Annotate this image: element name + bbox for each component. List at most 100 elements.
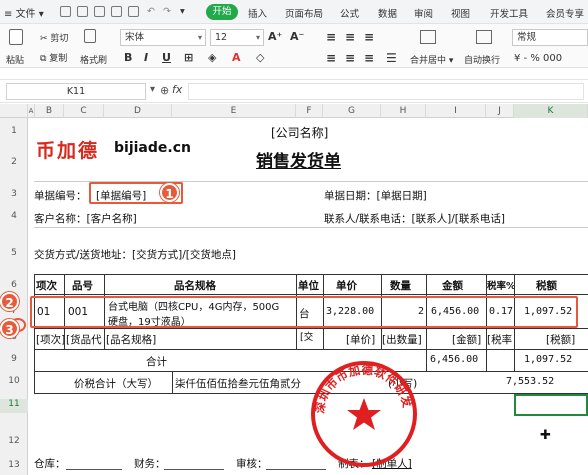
align-top-icon[interactable]: ≡ xyxy=(326,30,336,44)
tab-member[interactable]: 会员专享 xyxy=(546,6,584,20)
row-header-2[interactable]: 2 xyxy=(0,157,28,167)
redo-icon[interactable]: ↷ xyxy=(163,6,171,17)
row-header-1[interactable]: 1 xyxy=(0,126,28,136)
footer-finance: 财务： xyxy=(134,458,166,470)
row-header-12[interactable]: 12 xyxy=(0,436,28,446)
tab-insert[interactable]: 插入 xyxy=(248,6,267,20)
file-menu[interactable]: ≡ 文件 ▾ xyxy=(4,5,44,20)
font-size-select[interactable]: 12 ▾ xyxy=(210,29,264,46)
paste-icon[interactable] xyxy=(9,29,23,45)
row-header-6[interactable]: 6 xyxy=(0,280,28,290)
format-painter-button[interactable]: 格式刷 xyxy=(80,53,107,66)
tab-view[interactable]: 视图 xyxy=(451,6,470,20)
doc-number-label: 单据编号： xyxy=(34,190,87,202)
export-icon[interactable] xyxy=(128,6,139,17)
column-header-j[interactable]: J xyxy=(486,104,514,118)
column-header-d[interactable]: D xyxy=(104,104,172,118)
merge-center-button[interactable]: 合并居中 ▾ xyxy=(410,53,453,66)
formula-bar: K11 ▾ ⊕ fx xyxy=(0,79,588,103)
paste-button[interactable]: 粘贴 xyxy=(6,53,24,66)
sheet-grid[interactable]: 币加德 bijiade.cn [公司名称] 销售发货单 单据编号： [单据编号]… xyxy=(0,118,588,475)
column-header-b[interactable]: B xyxy=(35,104,64,118)
bold-icon[interactable]: B xyxy=(124,51,132,64)
file-menu-label: 文件 xyxy=(15,9,36,20)
column-header-h[interactable]: H xyxy=(381,104,426,118)
wrap-text-button[interactable]: 自动换行 xyxy=(464,53,500,66)
item-price: 3,228.00 xyxy=(326,306,375,317)
number-format-buttons[interactable]: ¥ - % 000 xyxy=(514,53,562,64)
distributed-align-icon[interactable]: ☰ xyxy=(386,51,397,65)
fill-color-icon[interactable]: ◈ xyxy=(208,51,216,64)
tab-page-layout[interactable]: 页面布局 xyxy=(285,6,323,20)
name-box[interactable]: K11 xyxy=(6,83,146,100)
item-index: 01 xyxy=(37,306,51,318)
column-header-g[interactable]: G xyxy=(323,104,381,118)
align-bottom-icon[interactable]: ≡ xyxy=(364,30,374,44)
number-format-value: 常规 xyxy=(517,32,537,43)
row-header-5[interactable]: 5 xyxy=(0,248,28,258)
undo-icon[interactable]: ↶ xyxy=(147,6,155,17)
tab-formula[interactable]: 公式 xyxy=(340,6,359,20)
column-header-a[interactable]: A xyxy=(28,104,35,118)
print-icon[interactable] xyxy=(111,6,122,17)
item-tax-rate: 0.17 xyxy=(489,306,514,317)
new-icon[interactable] xyxy=(77,6,88,17)
number-format-select[interactable]: 常规 xyxy=(512,29,588,46)
border-icon[interactable]: ⊞ xyxy=(184,51,193,64)
ribbon-tab-bar: ≡ 文件 ▾ ↶ ↷ ▾ 开始 插入 页面布局 公式 数据 审阅 视图 开发工具… xyxy=(0,0,588,24)
row-header-10[interactable]: 10 xyxy=(0,376,28,386)
row-header-13[interactable]: 13 xyxy=(0,460,28,470)
item-tax: 1,097.52 xyxy=(524,306,573,317)
quick-access-more-icon[interactable]: ▾ xyxy=(180,6,185,17)
row-header-3[interactable]: 3 xyxy=(0,189,28,199)
font-grow-icon[interactable]: A⁺ xyxy=(268,30,282,43)
tab-home[interactable]: 开始 xyxy=(206,4,238,20)
cut-button[interactable]: ✂ 剪切 xyxy=(40,31,68,44)
header-amount: 金额 xyxy=(442,280,463,292)
subtotal-amount: 6,456.00 xyxy=(430,354,479,365)
select-all-corner[interactable] xyxy=(0,104,28,118)
format-painter-icon[interactable] xyxy=(84,29,96,43)
underline-icon[interactable]: U xyxy=(162,51,171,64)
copy-button[interactable]: ⧉ 复制 xyxy=(40,51,67,64)
zoom-icon[interactable]: ⊕ xyxy=(160,84,169,97)
table-border xyxy=(172,371,173,393)
star-icon xyxy=(347,398,381,430)
subtotal-tax: 1,097.52 xyxy=(524,354,573,365)
italic-icon[interactable]: I xyxy=(144,51,148,64)
align-left-icon[interactable]: ≡ xyxy=(326,51,336,65)
copy-label: 复制 xyxy=(49,54,68,64)
doc-date: 单据日期：[单据日期] xyxy=(324,190,427,202)
fx-icon[interactable]: fx xyxy=(172,83,182,96)
save-icon[interactable] xyxy=(60,6,71,17)
formula-input[interactable] xyxy=(188,83,584,100)
tab-review[interactable]: 审阅 xyxy=(414,6,433,20)
company-name: [公司名称] xyxy=(271,126,329,140)
row-header-11[interactable]: 11 xyxy=(0,399,28,413)
column-header-i[interactable]: I xyxy=(426,104,486,118)
column-header-c[interactable]: C xyxy=(64,104,104,118)
font-color-icon[interactable]: A xyxy=(232,51,241,64)
row-header-4[interactable]: 4 xyxy=(0,211,28,221)
footer-review: 审核： xyxy=(236,458,268,470)
font-name-select[interactable]: 宋体 ▾ xyxy=(120,29,206,46)
selected-cell[interactable] xyxy=(514,394,588,416)
template-unit: [交 xyxy=(300,332,314,343)
align-center-icon[interactable]: ≡ xyxy=(345,51,355,65)
column-header-e[interactable]: E xyxy=(172,104,296,118)
align-middle-icon[interactable]: ≡ xyxy=(345,30,355,44)
clear-format-icon[interactable]: ◇ xyxy=(256,51,264,64)
chevron-down-icon[interactable]: ▾ xyxy=(150,84,155,95)
row-header-9[interactable]: 9 xyxy=(0,354,28,364)
print-preview-icon[interactable] xyxy=(94,6,105,17)
align-right-icon[interactable]: ≡ xyxy=(364,51,374,65)
header-price: 单价 xyxy=(336,280,357,292)
column-header-f[interactable]: F xyxy=(296,104,323,118)
column-header-k[interactable]: K xyxy=(514,104,588,118)
font-shrink-icon[interactable]: A⁻ xyxy=(290,30,304,43)
merge-center-icon[interactable] xyxy=(420,30,436,44)
tab-developer[interactable]: 开发工具 xyxy=(490,6,528,20)
item-amount: 6,456.00 xyxy=(431,306,480,317)
tab-data[interactable]: 数据 xyxy=(378,6,397,20)
wrap-text-icon[interactable] xyxy=(476,30,492,44)
